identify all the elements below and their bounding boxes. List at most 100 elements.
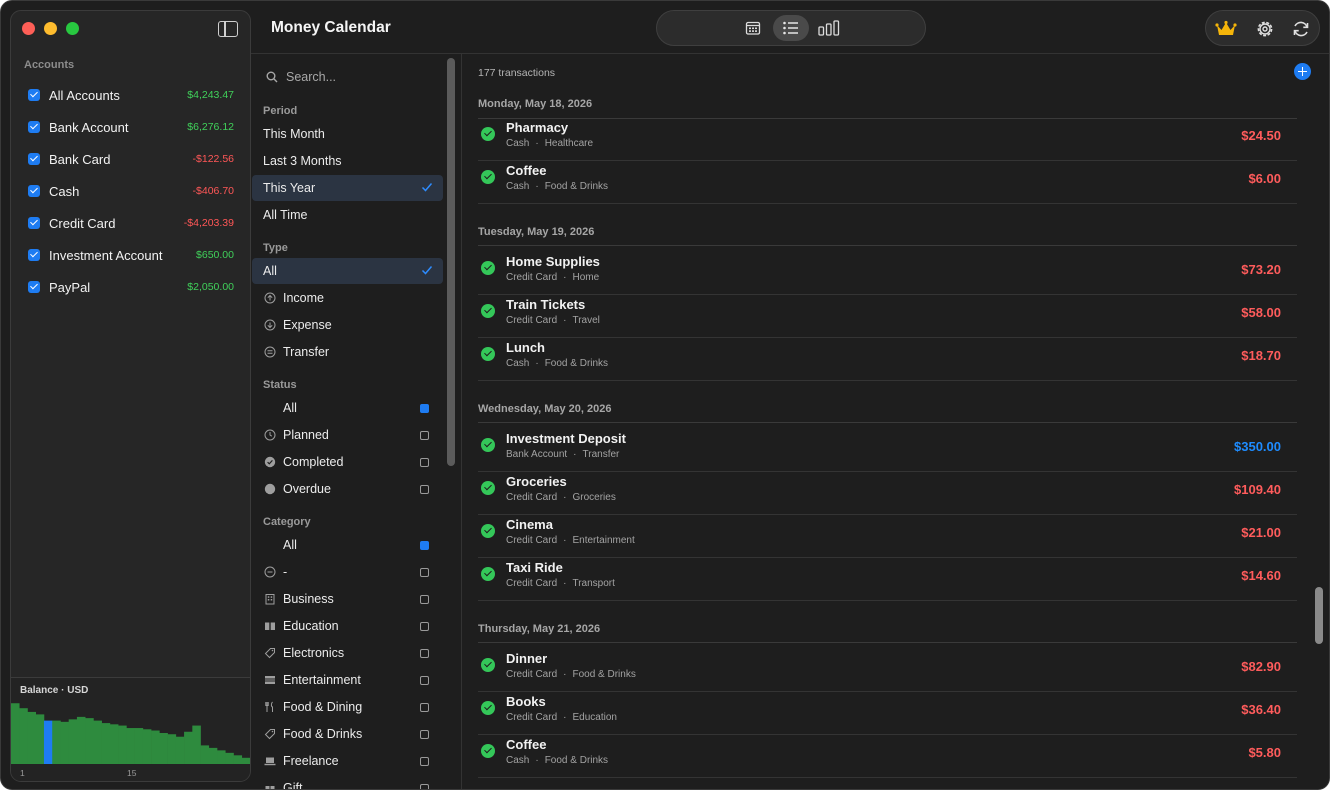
- account-checkbox[interactable]: [28, 185, 40, 197]
- category-checkbox[interactable]: [420, 784, 429, 789]
- transaction-row[interactable]: Cinema Credit Card · Entertainment $21.00: [478, 515, 1297, 558]
- category-checkbox[interactable]: [420, 568, 429, 577]
- balance-bar[interactable]: [192, 725, 201, 764]
- status-option[interactable]: Overdue: [252, 476, 443, 502]
- status-checkbox[interactable]: [420, 404, 429, 413]
- balance-bar[interactable]: [52, 720, 61, 764]
- category-option[interactable]: Freelance: [252, 748, 443, 774]
- balance-bar[interactable]: [233, 755, 243, 764]
- category-option[interactable]: Education: [252, 613, 443, 639]
- completed-check-icon[interactable]: [481, 567, 495, 581]
- balance-chart[interactable]: [11, 696, 250, 764]
- type-option[interactable]: Expense: [252, 312, 443, 338]
- sync-button[interactable]: [1289, 17, 1313, 41]
- account-checkbox[interactable]: [28, 249, 40, 261]
- completed-check-icon[interactable]: [481, 658, 495, 672]
- balance-bar[interactable]: [217, 750, 226, 764]
- category-checkbox[interactable]: [420, 622, 429, 631]
- calendar-view-button[interactable]: [735, 15, 771, 41]
- category-option[interactable]: Electronics: [252, 640, 443, 666]
- account-checkbox[interactable]: [28, 153, 40, 165]
- category-checkbox[interactable]: [420, 757, 429, 766]
- transaction-row[interactable]: Taxi Ride Credit Card · Transport $14.60: [478, 558, 1297, 601]
- period-option[interactable]: This Month: [252, 121, 443, 147]
- completed-check-icon[interactable]: [481, 438, 495, 452]
- balance-bar[interactable]: [159, 733, 168, 764]
- status-checkbox[interactable]: [420, 485, 429, 494]
- type-option[interactable]: Transfer: [252, 339, 443, 365]
- chart-view-button[interactable]: [811, 15, 847, 41]
- balance-bar[interactable]: [175, 736, 185, 764]
- completed-check-icon[interactable]: [481, 744, 495, 758]
- transaction-row[interactable]: Investment Deposit Bank Account · Transfer…: [478, 429, 1297, 472]
- search-placeholder[interactable]: Search...: [286, 70, 336, 84]
- filter-scrollbar[interactable]: [447, 58, 455, 466]
- zoom-window-button[interactable]: [66, 22, 79, 35]
- transaction-row[interactable]: Coffee Cash · Food & Drinks $5.80: [478, 735, 1297, 778]
- account-row[interactable]: Bank Card -$122.56: [11, 143, 250, 175]
- category-checkbox[interactable]: [420, 649, 429, 658]
- category-option[interactable]: -: [252, 559, 443, 585]
- account-row[interactable]: Bank Account $6,276.12: [11, 111, 250, 143]
- category-option[interactable]: Gift: [252, 775, 443, 789]
- status-option[interactable]: Completed: [252, 449, 443, 475]
- completed-check-icon[interactable]: [481, 127, 495, 141]
- category-checkbox[interactable]: [420, 541, 429, 550]
- transaction-row[interactable]: Pharmacy Cash · Healthcare $24.50: [478, 118, 1297, 161]
- category-option[interactable]: Food & Dining: [252, 694, 443, 720]
- account-checkbox[interactable]: [28, 281, 40, 293]
- balance-bar[interactable]: [151, 730, 160, 764]
- completed-check-icon[interactable]: [481, 701, 495, 715]
- status-option[interactable]: Planned: [252, 422, 443, 448]
- balance-bar[interactable]: [241, 757, 250, 764]
- status-checkbox[interactable]: [420, 458, 429, 467]
- search-field[interactable]: Search...: [266, 70, 336, 84]
- balance-bar[interactable]: [27, 711, 37, 764]
- completed-check-icon[interactable]: [481, 304, 495, 318]
- transaction-row[interactable]: Home Supplies Credit Card · Home $73.20: [478, 252, 1297, 295]
- type-option[interactable]: Income: [252, 285, 443, 311]
- balance-bar[interactable]: [11, 703, 20, 764]
- premium-button[interactable]: [1214, 17, 1238, 41]
- category-option[interactable]: Entertainment: [252, 667, 443, 693]
- category-option[interactable]: All: [252, 532, 443, 558]
- balance-bar[interactable]: [126, 728, 135, 764]
- balance-bar-selected[interactable]: [43, 720, 53, 764]
- account-row[interactable]: All Accounts $4,243.47: [11, 79, 250, 111]
- balance-bar[interactable]: [85, 718, 94, 764]
- balance-bar[interactable]: [200, 745, 210, 764]
- balance-bar[interactable]: [134, 728, 144, 764]
- balance-bar[interactable]: [184, 731, 193, 764]
- transaction-row[interactable]: Groceries Credit Card · Groceries $109.40: [478, 472, 1297, 515]
- settings-button[interactable]: [1253, 17, 1277, 41]
- balance-bar[interactable]: [109, 724, 119, 764]
- category-checkbox[interactable]: [420, 676, 429, 685]
- category-option[interactable]: Business: [252, 586, 443, 612]
- minimize-window-button[interactable]: [44, 22, 57, 35]
- transaction-scrollbar[interactable]: [1315, 587, 1323, 644]
- type-option-selected[interactable]: All: [252, 258, 443, 284]
- completed-check-icon[interactable]: [481, 170, 495, 184]
- category-option[interactable]: Food & Drinks: [252, 721, 443, 747]
- account-checkbox[interactable]: [28, 89, 40, 101]
- status-option[interactable]: All: [252, 395, 443, 421]
- account-row[interactable]: PayPal $2,050.00: [11, 271, 250, 303]
- balance-bar[interactable]: [60, 721, 69, 764]
- transaction-row[interactable]: Coffee Cash · Food & Drinks $6.00: [478, 161, 1297, 204]
- period-option-selected[interactable]: This Year: [252, 175, 443, 201]
- balance-bar[interactable]: [208, 747, 218, 764]
- balance-bar[interactable]: [118, 725, 127, 764]
- add-transaction-button[interactable]: [1294, 63, 1311, 80]
- account-checkbox[interactable]: [28, 217, 40, 229]
- completed-check-icon[interactable]: [481, 524, 495, 538]
- transaction-row[interactable]: Books Credit Card · Education $36.40: [478, 692, 1297, 735]
- category-checkbox[interactable]: [420, 595, 429, 604]
- balance-bar[interactable]: [35, 714, 45, 764]
- period-option[interactable]: Last 3 Months: [252, 148, 443, 174]
- category-checkbox[interactable]: [420, 703, 429, 712]
- completed-check-icon[interactable]: [481, 481, 495, 495]
- account-row[interactable]: Credit Card -$4,203.39: [11, 207, 250, 239]
- list-view-button[interactable]: [773, 15, 809, 41]
- transaction-row[interactable]: Train Tickets Credit Card · Travel $58.00: [478, 295, 1297, 338]
- completed-check-icon[interactable]: [481, 347, 495, 361]
